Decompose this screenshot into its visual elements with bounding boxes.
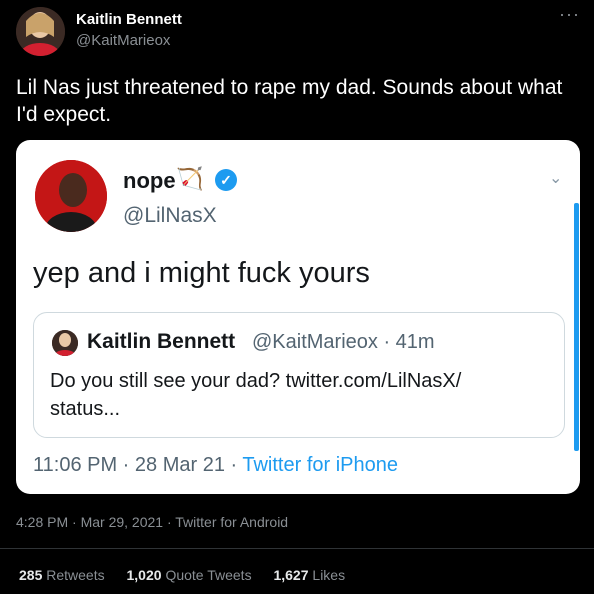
- lilnasx-avatar: [35, 160, 107, 232]
- quoted-author-handle: @KaitMarieox · 41m: [252, 331, 435, 353]
- divider: [0, 548, 594, 549]
- quoted-author-avatar: [52, 330, 78, 356]
- author-avatar[interactable]: [16, 7, 65, 56]
- chevron-down-icon: ⌄: [549, 170, 563, 187]
- embedded-source: Twitter for iPhone: [242, 454, 398, 476]
- embedded-author-handle: @LilNasX: [123, 204, 217, 227]
- engagement-stats: 285 Retweets 1,020 Quote Tweets 1,627 Li…: [19, 567, 363, 583]
- bow-arrow-icon: 🏹: [176, 166, 204, 191]
- embedded-timestamp: 11:06 PM · 28 Mar 21 · Twitter for iPhon…: [33, 454, 398, 477]
- author-handle[interactable]: @KaitMarieox: [76, 32, 170, 49]
- embedded-time: 11:06 PM · 28 Mar 21 ·: [33, 454, 243, 476]
- quoted-tweet: Kaitlin Bennett @KaitMarieox · 41m Do yo…: [33, 312, 565, 438]
- embedded-tweet-image[interactable]: nope 🏹 ✓ @LilNasX ⌄ yep and i might fuck…: [16, 140, 580, 494]
- tweet-timestamp[interactable]: 4:28 PM · Mar 29, 2021 · Twitter for And…: [16, 514, 288, 530]
- verified-badge-icon: ✓: [215, 169, 237, 191]
- quoted-tweet-text: Do you still see your dad? twitter.com/L…: [50, 370, 462, 420]
- embedded-tweet-text: yep and i might fuck yours: [33, 257, 370, 289]
- scrollbar-indicator: [574, 203, 579, 451]
- quote-tweets-stat[interactable]: 1,020 Quote Tweets: [127, 567, 252, 583]
- tweet-text: Lil Nas just threatened to rape my dad. …: [16, 76, 563, 126]
- author-name[interactable]: Kaitlin Bennett: [76, 11, 182, 28]
- embedded-author-name: nope: [123, 168, 176, 193]
- quoted-author-name: Kaitlin Bennett: [87, 330, 236, 353]
- retweets-stat[interactable]: 285 Retweets: [19, 567, 105, 583]
- more-options-icon[interactable]: ···: [559, 4, 580, 25]
- likes-stat[interactable]: 1,627 Likes: [273, 567, 345, 583]
